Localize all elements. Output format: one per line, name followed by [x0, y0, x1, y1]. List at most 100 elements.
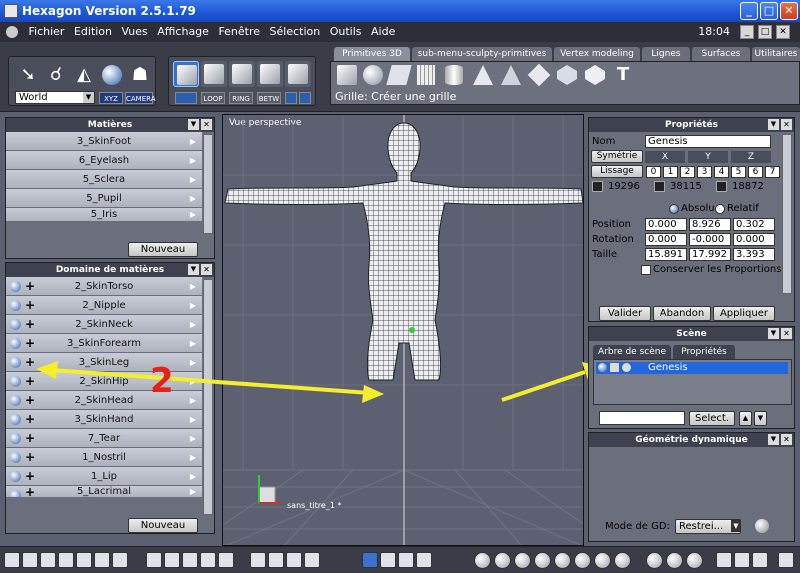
properties-panel: Propriétés ▼ ✕ Nom Genesis Symétrie X Y … [588, 117, 795, 322]
magnet-icon[interactable] [200, 552, 216, 568]
move-tool-icon[interactable] [362, 552, 378, 568]
lighting-shading-icon[interactable] [594, 552, 611, 569]
fullscreen-icon[interactable] [778, 552, 794, 568]
properties-scrollbar[interactable] [782, 134, 792, 294]
tree-item[interactable]: Genesis [596, 362, 788, 374]
wireframe-shading-icon[interactable] [474, 552, 491, 569]
scene-filter-input[interactable] [599, 411, 685, 425]
scene-panel-header: Scène ▼ ✕ [589, 327, 794, 341]
edge-count: 38115 [670, 181, 702, 192]
tab-scene-tree[interactable]: Arbre de scène [593, 345, 671, 359]
symmetry-button[interactable]: Symétrie [591, 150, 643, 163]
panel-close-icon[interactable]: ✕ [781, 328, 792, 339]
rotation-x-field[interactable]: 0.000 [645, 233, 687, 246]
properties-panel-header: Propriétés ▼ ✕ [589, 118, 794, 132]
dynamic-geometry-title: Géométrie dynamique [635, 435, 748, 445]
render-ao-icon[interactable] [666, 552, 683, 569]
lock-icon[interactable] [610, 363, 619, 372]
panel-close-icon[interactable]: ✕ [781, 434, 792, 445]
keep-proportions-checkbox[interactable] [641, 265, 651, 275]
rotation-y-field[interactable]: -0.000 [689, 233, 731, 246]
orbit-icon[interactable] [304, 552, 320, 568]
name-label: Nom [592, 136, 616, 147]
render-preview-icon[interactable] [646, 552, 663, 569]
tab-scene-properties[interactable]: Propriétés [673, 345, 735, 359]
smoothing-level-2[interactable]: 2 [680, 166, 695, 178]
smoothing-button[interactable]: Lissage [591, 165, 643, 178]
visibility-icon[interactable] [598, 363, 607, 372]
rotate-tool-icon[interactable] [380, 552, 396, 568]
smoothing-level-5[interactable]: 5 [731, 166, 746, 178]
layout-horizontal-icon[interactable] [76, 552, 92, 568]
grid-view-icon[interactable] [146, 552, 162, 568]
material-shading-icon[interactable] [574, 552, 591, 569]
import-icon[interactable] [752, 552, 768, 568]
position-z-field[interactable]: 0.302 [733, 218, 775, 231]
smoothing-level-1[interactable]: 1 [663, 166, 678, 178]
layout-four-icon[interactable] [112, 552, 128, 568]
vertex-count-icon [592, 181, 603, 192]
export-icon[interactable] [734, 552, 750, 568]
rotation-label: Rotation [592, 234, 634, 245]
apply-button[interactable]: Appliquer [713, 306, 775, 321]
hidden-line-shading-icon[interactable] [494, 552, 511, 569]
bottom-toolbar [0, 546, 800, 573]
shadow-shading-icon[interactable] [614, 552, 631, 569]
smoothing-level-7[interactable]: 7 [765, 166, 780, 178]
layout-three-icon[interactable] [94, 552, 110, 568]
edge-count-icon [654, 181, 665, 192]
annotation-number: 2 [150, 361, 174, 401]
face-count: 18872 [732, 181, 764, 192]
flat-shading-icon[interactable] [514, 552, 531, 569]
textured-shading-icon[interactable] [554, 552, 571, 569]
smoothing-level-3[interactable]: 3 [697, 166, 712, 178]
cancel-button[interactable]: Abandon [653, 306, 711, 321]
absolute-radio[interactable] [669, 204, 679, 214]
name-field[interactable]: Genesis [645, 135, 771, 148]
position-x-field[interactable]: 0.000 [645, 218, 687, 231]
panel-menu-icon[interactable]: ▼ [768, 434, 779, 445]
axis-x-header: X [645, 151, 685, 163]
arrow-down-icon[interactable]: ▼ [754, 411, 767, 426]
panel-menu-icon[interactable]: ▼ [768, 119, 779, 130]
dynamic-geometry-panel: Géométrie dynamique ▼ ✕ Mode de GD: Rest… [588, 432, 795, 542]
pin-icon[interactable] [218, 552, 234, 568]
chevron-down-icon[interactable]: ▼ [731, 520, 741, 532]
panel-menu-icon[interactable]: ▼ [768, 328, 779, 339]
bones-icon[interactable] [182, 552, 198, 568]
properties-panel-title: Propriétés [664, 120, 719, 130]
size-label: Taille [592, 249, 618, 260]
layout-vertical-icon[interactable] [58, 552, 74, 568]
rotation-z-field[interactable]: 0.000 [733, 233, 775, 246]
smooth-shading-icon[interactable] [534, 552, 551, 569]
smoothing-level-4[interactable]: 4 [714, 166, 729, 178]
snap-icon[interactable] [164, 552, 180, 568]
arrow-up-icon[interactable]: ▲ [739, 411, 752, 426]
layout-quad-icon[interactable] [40, 552, 56, 568]
render-full-icon[interactable] [686, 552, 703, 569]
size-z-field[interactable]: 3.393 [733, 248, 775, 261]
eye-icon[interactable] [622, 363, 631, 372]
smoothing-level-0[interactable]: 0 [646, 166, 661, 178]
position-y-field[interactable]: 8.926 [689, 218, 731, 231]
universal-tool-icon[interactable] [416, 552, 432, 568]
zoom-fit-icon[interactable] [250, 552, 266, 568]
zoom-icon[interactable] [286, 552, 302, 568]
pan-icon[interactable] [268, 552, 284, 568]
validate-button[interactable]: Valider [599, 306, 651, 321]
gd-ball-icon[interactable] [755, 519, 769, 533]
tree-item-label: Genesis [648, 362, 688, 373]
smoothing-level-6[interactable]: 6 [748, 166, 763, 178]
absolute-label: Absolu [681, 203, 715, 214]
scale-tool-icon[interactable] [398, 552, 414, 568]
scene-panel: Scène ▼ ✕ Arbre de scène Propriétés Gene… [588, 326, 795, 429]
select-button[interactable]: Select. [689, 411, 735, 426]
size-y-field[interactable]: 17.992 [689, 248, 731, 261]
vertex-count: 19296 [608, 181, 640, 192]
relative-radio[interactable] [715, 204, 725, 214]
layout-single-icon[interactable] [4, 552, 20, 568]
panel-close-icon[interactable]: ✕ [781, 119, 792, 130]
size-x-field[interactable]: 15.891 [645, 248, 687, 261]
settings-icon[interactable] [716, 552, 732, 568]
layout-split-icon[interactable] [22, 552, 38, 568]
